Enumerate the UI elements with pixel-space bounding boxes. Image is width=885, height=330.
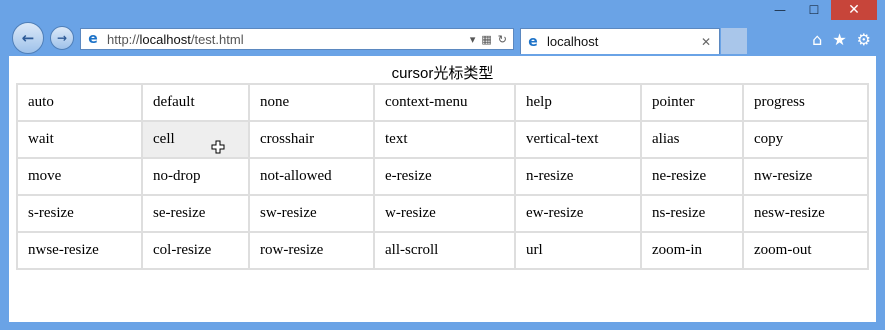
cursor-cell[interactable]: ew-resize — [514, 194, 642, 233]
address-url[interactable]: http://localhost/test.html — [107, 32, 470, 47]
table-row: move no-drop not-allowed e-resize n-resize ne… — [16, 157, 869, 196]
cursor-cell[interactable]: pointer — [640, 83, 744, 122]
cursor-cell[interactable]: no-drop — [141, 157, 250, 196]
tab-close-icon[interactable]: ✕ — [701, 35, 711, 49]
cursor-cell[interactable]: progress — [742, 83, 869, 122]
cursor-cell[interactable]: nw-resize — [742, 157, 869, 196]
cell-cursor-icon — [211, 140, 225, 154]
page-content: cursor光标类型 auto default none context-menu he… — [9, 56, 876, 322]
forward-button[interactable]: → — [50, 26, 74, 50]
cursor-cell[interactable]: sw-resize — [248, 194, 375, 233]
cursor-cell[interactable]: ne-resize — [640, 157, 744, 196]
cursor-cell[interactable]: url — [514, 231, 642, 270]
table-row: nwse-resize col-resize row-resize all-scrol… — [16, 231, 869, 270]
home-icon[interactable]: ⌂ — [812, 30, 822, 49]
cursor-table: auto default none context-menu help pointer pr… — [16, 83, 869, 270]
browser-tools: ⌂ ★ ⚙ — [812, 30, 871, 49]
settings-gear-icon[interactable]: ⚙ — [857, 30, 871, 49]
cursor-cell[interactable]: col-resize — [141, 231, 250, 270]
cursor-cell[interactable]: nwse-resize — [16, 231, 143, 270]
minimize-button[interactable]: — — [763, 0, 797, 20]
cursor-cell[interactable]: default — [141, 83, 250, 122]
cursor-cell[interactable]: move — [16, 157, 143, 196]
cursor-cell[interactable]: zoom-out — [742, 231, 869, 270]
browser-chrome: — ☐ ✕ ← → e http://localhost/test.html ▾… — [0, 0, 885, 56]
table-row: auto default none context-menu help pointer pr… — [16, 83, 869, 122]
back-arrow-icon: ← — [21, 29, 35, 47]
table-row: s-resize se-resize sw-resize w-resize ew-res… — [16, 194, 869, 233]
cursor-cell[interactable]: zoom-in — [640, 231, 744, 270]
back-button[interactable]: ← — [12, 22, 44, 54]
cursor-cell[interactable]: not-allowed — [248, 157, 375, 196]
url-prefix: http:// — [107, 31, 140, 47]
cursor-cell[interactable]: auto — [16, 83, 143, 122]
url-host: localhost — [139, 31, 191, 47]
compatibility-icon[interactable]: ▦ — [481, 33, 491, 46]
cursor-cell[interactable]: n-resize — [514, 157, 642, 196]
cursor-cell[interactable]: help — [514, 83, 642, 122]
cursor-cell[interactable]: crosshair — [248, 120, 375, 159]
table-caption: cursor光标类型 — [391, 65, 494, 82]
cursor-cell[interactable]: text — [373, 120, 516, 159]
cursor-cell[interactable]: se-resize — [141, 194, 250, 233]
url-path: /test.html — [190, 31, 244, 47]
browser-window: — ☐ ✕ ← → e http://localhost/test.html ▾… — [0, 0, 885, 330]
tab-localhost[interactable]: e localhost ✕ — [520, 28, 720, 54]
ie-logo-icon: e — [88, 31, 98, 47]
forward-arrow-icon: → — [56, 31, 68, 45]
table-row: wait cell crosshair text vertical-text alias c… — [16, 120, 869, 159]
cursor-cell[interactable]: row-resize — [248, 231, 375, 270]
refresh-icon[interactable]: ↻ — [498, 33, 507, 46]
close-window-button[interactable]: ✕ — [831, 0, 877, 20]
cursor-cell[interactable]: copy — [742, 120, 869, 159]
cursor-cell[interactable]: wait — [16, 120, 143, 159]
address-actions: ▾ ▦ ↻ — [470, 33, 507, 46]
address-bar[interactable]: e http://localhost/test.html ▾ ▦ ↻ — [80, 28, 514, 50]
favorites-star-icon[interactable]: ★ — [832, 30, 846, 49]
cursor-cell[interactable]: s-resize — [16, 194, 143, 233]
cursor-cell[interactable]: alias — [640, 120, 744, 159]
cursor-cell[interactable]: e-resize — [373, 157, 516, 196]
cursor-cell[interactable]: ns-resize — [640, 194, 744, 233]
cursor-cell[interactable]: cell — [141, 120, 250, 159]
tab-title: localhost — [547, 34, 599, 49]
cursor-cell[interactable]: w-resize — [373, 194, 516, 233]
maximize-button[interactable]: ☐ — [797, 0, 831, 20]
tab-favicon-icon: e — [528, 33, 538, 50]
cursor-cell[interactable]: all-scroll — [373, 231, 516, 270]
dropdown-icon[interactable]: ▾ — [470, 33, 476, 46]
cursor-cell[interactable]: nesw-resize — [742, 194, 869, 233]
cursor-cell[interactable]: vertical-text — [514, 120, 642, 159]
cursor-cell[interactable]: context-menu — [373, 83, 516, 122]
window-controls: — ☐ ✕ — [763, 0, 877, 22]
cursor-cell[interactable]: none — [248, 83, 375, 122]
new-tab-button[interactable] — [721, 28, 747, 54]
